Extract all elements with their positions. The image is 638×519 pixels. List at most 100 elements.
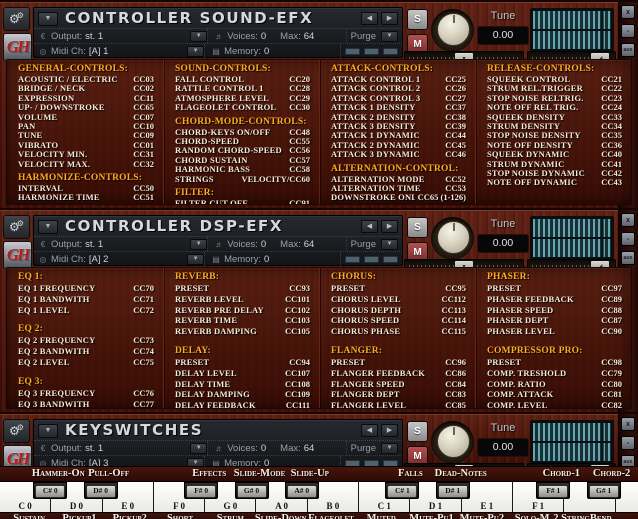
controller-label: COMP. RATIO: [487, 379, 598, 390]
output-select[interactable]: ▼: [190, 31, 207, 42]
controller-table: EQ 1: EQ 1 FREQUENCY CC70 EQ 1 BANDWITH …: [6, 267, 632, 409]
chevron-down-icon: ▼: [196, 33, 202, 39]
controller-label: EQ 2 BANDWITH: [18, 346, 130, 357]
section-title: HARMONIZE-CONTROLS:: [18, 173, 154, 183]
white-key-note: C 1: [359, 501, 409, 511]
controller-row: EQ 1 FREQUENCY CC70: [18, 283, 154, 294]
controller-row: REVERB DAMPING CC105: [175, 326, 310, 337]
controller-label: PRESET: [487, 357, 598, 368]
controller-row: COMP. RATIO CC80: [487, 379, 622, 390]
controller-label: STOP NOISE DYNAMIC: [487, 169, 598, 178]
controller-label: COMP. LEVEL: [487, 400, 598, 408]
controller-label: CHORUS SPEED: [331, 315, 438, 326]
settings-button[interactable]: ⚙⚙: [3, 215, 30, 239]
controller-label: ATTACK CONTROL 3: [331, 94, 442, 103]
minimize-button[interactable]: -: [621, 24, 635, 38]
control-section: GENERAL-CONTROLS: ACOUSTIC / ELECTRIC CC…: [18, 64, 154, 169]
black-key[interactable]: G# 0: [235, 482, 269, 499]
chevron-left-icon: ◀: [367, 427, 372, 434]
white-key-note: B 0: [308, 501, 358, 511]
close-button[interactable]: x: [621, 417, 635, 431]
black-key-note: D# 0: [86, 485, 116, 498]
controller-label: FLANGER LEVEL: [331, 400, 442, 408]
aux-button[interactable]: aux: [621, 251, 635, 265]
controller-row: HARMONIZE TIME CC51: [18, 193, 154, 202]
settings-button[interactable]: ⚙⚙: [3, 419, 30, 443]
panel-menu-button[interactable]: ▼: [38, 220, 58, 234]
minimize-button[interactable]: -: [621, 436, 635, 450]
chevron-down-icon: ▼: [45, 15, 52, 22]
midi-select[interactable]: ▼: [187, 254, 204, 265]
prev-instrument-button[interactable]: ◀: [361, 220, 378, 233]
controller-row: REVERB LEVEL CC101: [175, 294, 310, 305]
midi-select[interactable]: ▼: [187, 46, 204, 57]
controller-label: NOTE OFF DENSITY: [487, 141, 598, 150]
black-key[interactable]: C# 0: [33, 482, 67, 499]
output-label: Output:: [51, 442, 82, 455]
controller-cc: CC88: [601, 305, 622, 316]
max-value: 64: [304, 238, 315, 251]
tune-knob[interactable]: [431, 421, 474, 464]
midi-icon: ◎: [38, 253, 48, 266]
controller-label: PRESET: [175, 283, 286, 294]
keyswitch-bottom-label: Strum: [217, 513, 244, 519]
purge-menu-button[interactable]: ▼: [381, 239, 398, 250]
output-value: st. 1: [85, 30, 103, 43]
black-key-note: C# 1: [387, 485, 417, 498]
purge-menu-button[interactable]: ▼: [381, 443, 398, 454]
solo-button[interactable]: S: [407, 217, 428, 238]
controller-label: FLANGER DEPT: [331, 389, 442, 400]
output-select[interactable]: ▼: [190, 443, 207, 454]
prev-instrument-button[interactable]: ◀: [361, 424, 378, 437]
aux-button[interactable]: aux: [621, 455, 635, 466]
knob-cap: [437, 13, 470, 46]
close-button[interactable]: x: [621, 5, 635, 19]
controller-cc: CC112: [441, 294, 466, 305]
controller-label: SQUEEK DYNAMIC: [487, 150, 598, 159]
next-instrument-button[interactable]: ▶: [381, 12, 398, 25]
next-instrument-button[interactable]: ▶: [381, 424, 398, 437]
keyswitch-bottom-label: Mute-Pu2: [460, 513, 505, 519]
control-section: EQ 3: EQ 3 FREQUENCY CC76 EQ 3 BANDWITH …: [18, 377, 154, 408]
black-key[interactable]: F# 1: [536, 482, 570, 499]
controller-row: EQ 2 FREQUENCY CC73: [18, 335, 154, 346]
black-key[interactable]: D# 0: [84, 482, 118, 499]
close-button[interactable]: x: [621, 213, 635, 227]
knob-cap: [437, 221, 470, 254]
black-key[interactable]: A# 0: [285, 482, 319, 499]
black-key[interactable]: D# 1: [436, 482, 470, 499]
control-section: RELEASE-CONTROLS: SQUEEK CONTROL CC21 ST…: [487, 64, 622, 188]
control-column: CHORUS: PRESET CC95 CHORUS LEVEL CC112 C…: [319, 268, 475, 408]
aux-button[interactable]: aux: [621, 43, 635, 57]
keyswitch-top-label: Slide-Up: [291, 468, 329, 479]
black-key[interactable]: F# 0: [184, 482, 218, 499]
keyswitch-top-label: Chord-2: [593, 468, 630, 479]
max-label: Max:: [280, 238, 301, 251]
next-instrument-button[interactable]: ▶: [381, 220, 398, 233]
keyswitch-bottom-label: Pickup1: [62, 513, 96, 519]
controller-row: DELAY LEVEL CC107: [175, 368, 310, 379]
controller-label: PHASER SPEED: [487, 305, 598, 316]
controller-row: CHORUS PHASE CC115: [331, 326, 466, 337]
controller-label: FLAGEOLET CONTROL: [175, 103, 286, 112]
black-key[interactable]: G# 1: [587, 482, 621, 499]
panel-menu-button[interactable]: ▼: [38, 424, 58, 438]
section-title: COMPRESSOR PRO:: [487, 346, 622, 356]
panel-menu-button[interactable]: ▼: [38, 12, 58, 26]
panel-header: ▼ CONTROLLER DSP-EFX ◀ ▶ € Output: st. 1…: [33, 215, 403, 266]
purge-menu-button[interactable]: ▼: [381, 31, 398, 42]
output-select[interactable]: ▼: [190, 239, 207, 250]
solo-button[interactable]: S: [407, 421, 428, 442]
settings-button[interactable]: ⚙⚙: [3, 7, 30, 31]
tune-knob[interactable]: [431, 9, 474, 52]
controller-label: CHORD-SPEED: [175, 137, 286, 146]
solo-button[interactable]: S: [407, 9, 428, 30]
prev-instrument-button[interactable]: ◀: [361, 12, 378, 25]
minimize-button[interactable]: -: [621, 232, 635, 246]
control-section: REVERB: PRESET CC93 REVERB LEVEL CC101 R…: [175, 272, 310, 337]
tune-knob[interactable]: [431, 217, 474, 260]
black-key[interactable]: C# 1: [385, 482, 419, 499]
control-section: COMPRESSOR PRO: PRESET CC98 COMP. TRESHO…: [487, 346, 622, 408]
midi-select[interactable]: ▼: [187, 458, 204, 467]
midi-label: Midi Ch:: [51, 457, 86, 467]
